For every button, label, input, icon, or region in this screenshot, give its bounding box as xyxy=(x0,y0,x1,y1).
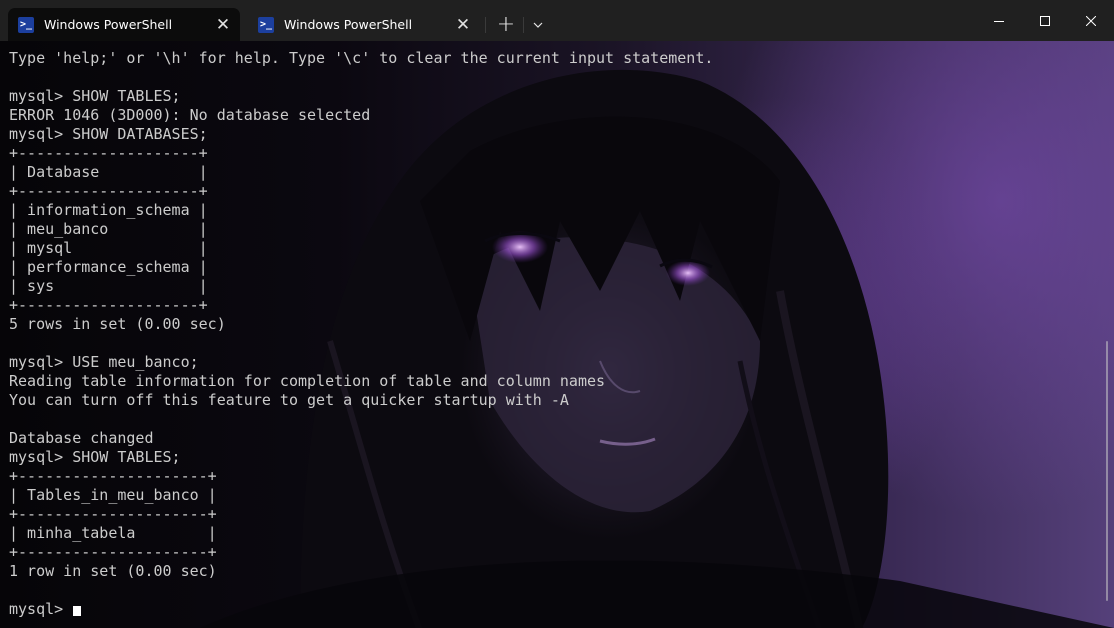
output-line: Type 'help;' or '\h' for help. Type '\c'… xyxy=(9,49,714,67)
powershell-icon: >_ xyxy=(258,16,274,33)
tab-label: Windows PowerShell xyxy=(284,17,413,32)
maximize-button[interactable] xyxy=(1022,0,1068,41)
prompt-text: mysql> xyxy=(9,600,73,618)
maximize-icon xyxy=(1040,15,1050,26)
terminal-output: Type 'help;' or '\h' for help. Type '\c'… xyxy=(9,49,713,619)
output-line: +---------------------+ xyxy=(9,467,217,485)
text-cursor xyxy=(73,606,82,616)
output-line: | information_schema | xyxy=(9,201,208,219)
output-line: | mysql | xyxy=(9,239,208,257)
output-line: | meu_banco | xyxy=(9,220,208,238)
output-line: mysql> SHOW DATABASES; xyxy=(9,125,208,143)
output-line: Reading table information for completion… xyxy=(9,372,606,390)
tab-actions: + xyxy=(492,8,549,41)
scrollbar[interactable] xyxy=(1106,341,1108,601)
output-line: | Tables_in_meu_banco | xyxy=(9,486,217,504)
output-line: | Database | xyxy=(9,163,208,181)
minimize-icon xyxy=(994,20,1004,22)
prompt-line[interactable]: mysql> xyxy=(9,600,713,619)
output-line: | sys | xyxy=(9,277,208,295)
output-line: +--------------------+ xyxy=(9,182,208,200)
window-controls xyxy=(976,0,1114,41)
close-button[interactable] xyxy=(1068,0,1114,41)
close-tab-icon[interactable]: ✕ xyxy=(450,12,476,38)
terminal-window: >_ Windows PowerShell ✕ >_ Windows Power… xyxy=(0,0,1114,628)
tab-powershell-2[interactable]: >_ Windows PowerShell ✕ xyxy=(248,8,486,41)
title-bar: >_ Windows PowerShell ✕ >_ Windows Power… xyxy=(0,0,1114,41)
powershell-icon: >_ xyxy=(18,16,34,33)
output-line: You can turn off this feature to get a q… xyxy=(9,391,569,409)
output-line: +--------------------+ xyxy=(9,144,208,162)
output-line: ERROR 1046 (3D000): No database selected xyxy=(9,106,371,124)
tab-label: Windows PowerShell xyxy=(44,17,173,32)
output-line: +---------------------+ xyxy=(9,543,217,561)
output-line: | minha_tabela | xyxy=(9,524,217,542)
output-line: Database changed xyxy=(9,429,154,447)
terminal-pane[interactable]: Type 'help;' or '\h' for help. Type '\c'… xyxy=(0,41,1114,628)
output-line: +---------------------+ xyxy=(9,505,217,523)
output-line: 5 rows in set (0.00 sec) xyxy=(9,315,226,333)
tab-divider xyxy=(485,17,486,33)
tab-powershell-1[interactable]: >_ Windows PowerShell ✕ xyxy=(8,8,240,41)
close-tab-icon[interactable]: ✕ xyxy=(210,12,236,38)
output-line: 1 row in set (0.00 sec) xyxy=(9,562,217,580)
output-line: mysql> SHOW TABLES; xyxy=(9,87,181,105)
divider xyxy=(523,16,524,33)
close-icon xyxy=(1086,15,1096,26)
output-line: | performance_schema | xyxy=(9,258,208,276)
new-tab-button[interactable]: + xyxy=(492,11,520,39)
output-line: +--------------------+ xyxy=(9,296,208,314)
output-line: mysql> SHOW TABLES; xyxy=(9,448,181,466)
minimize-button[interactable] xyxy=(976,0,1022,41)
chevron-down-icon[interactable] xyxy=(527,11,549,39)
output-line: mysql> USE meu_banco; xyxy=(9,353,199,371)
